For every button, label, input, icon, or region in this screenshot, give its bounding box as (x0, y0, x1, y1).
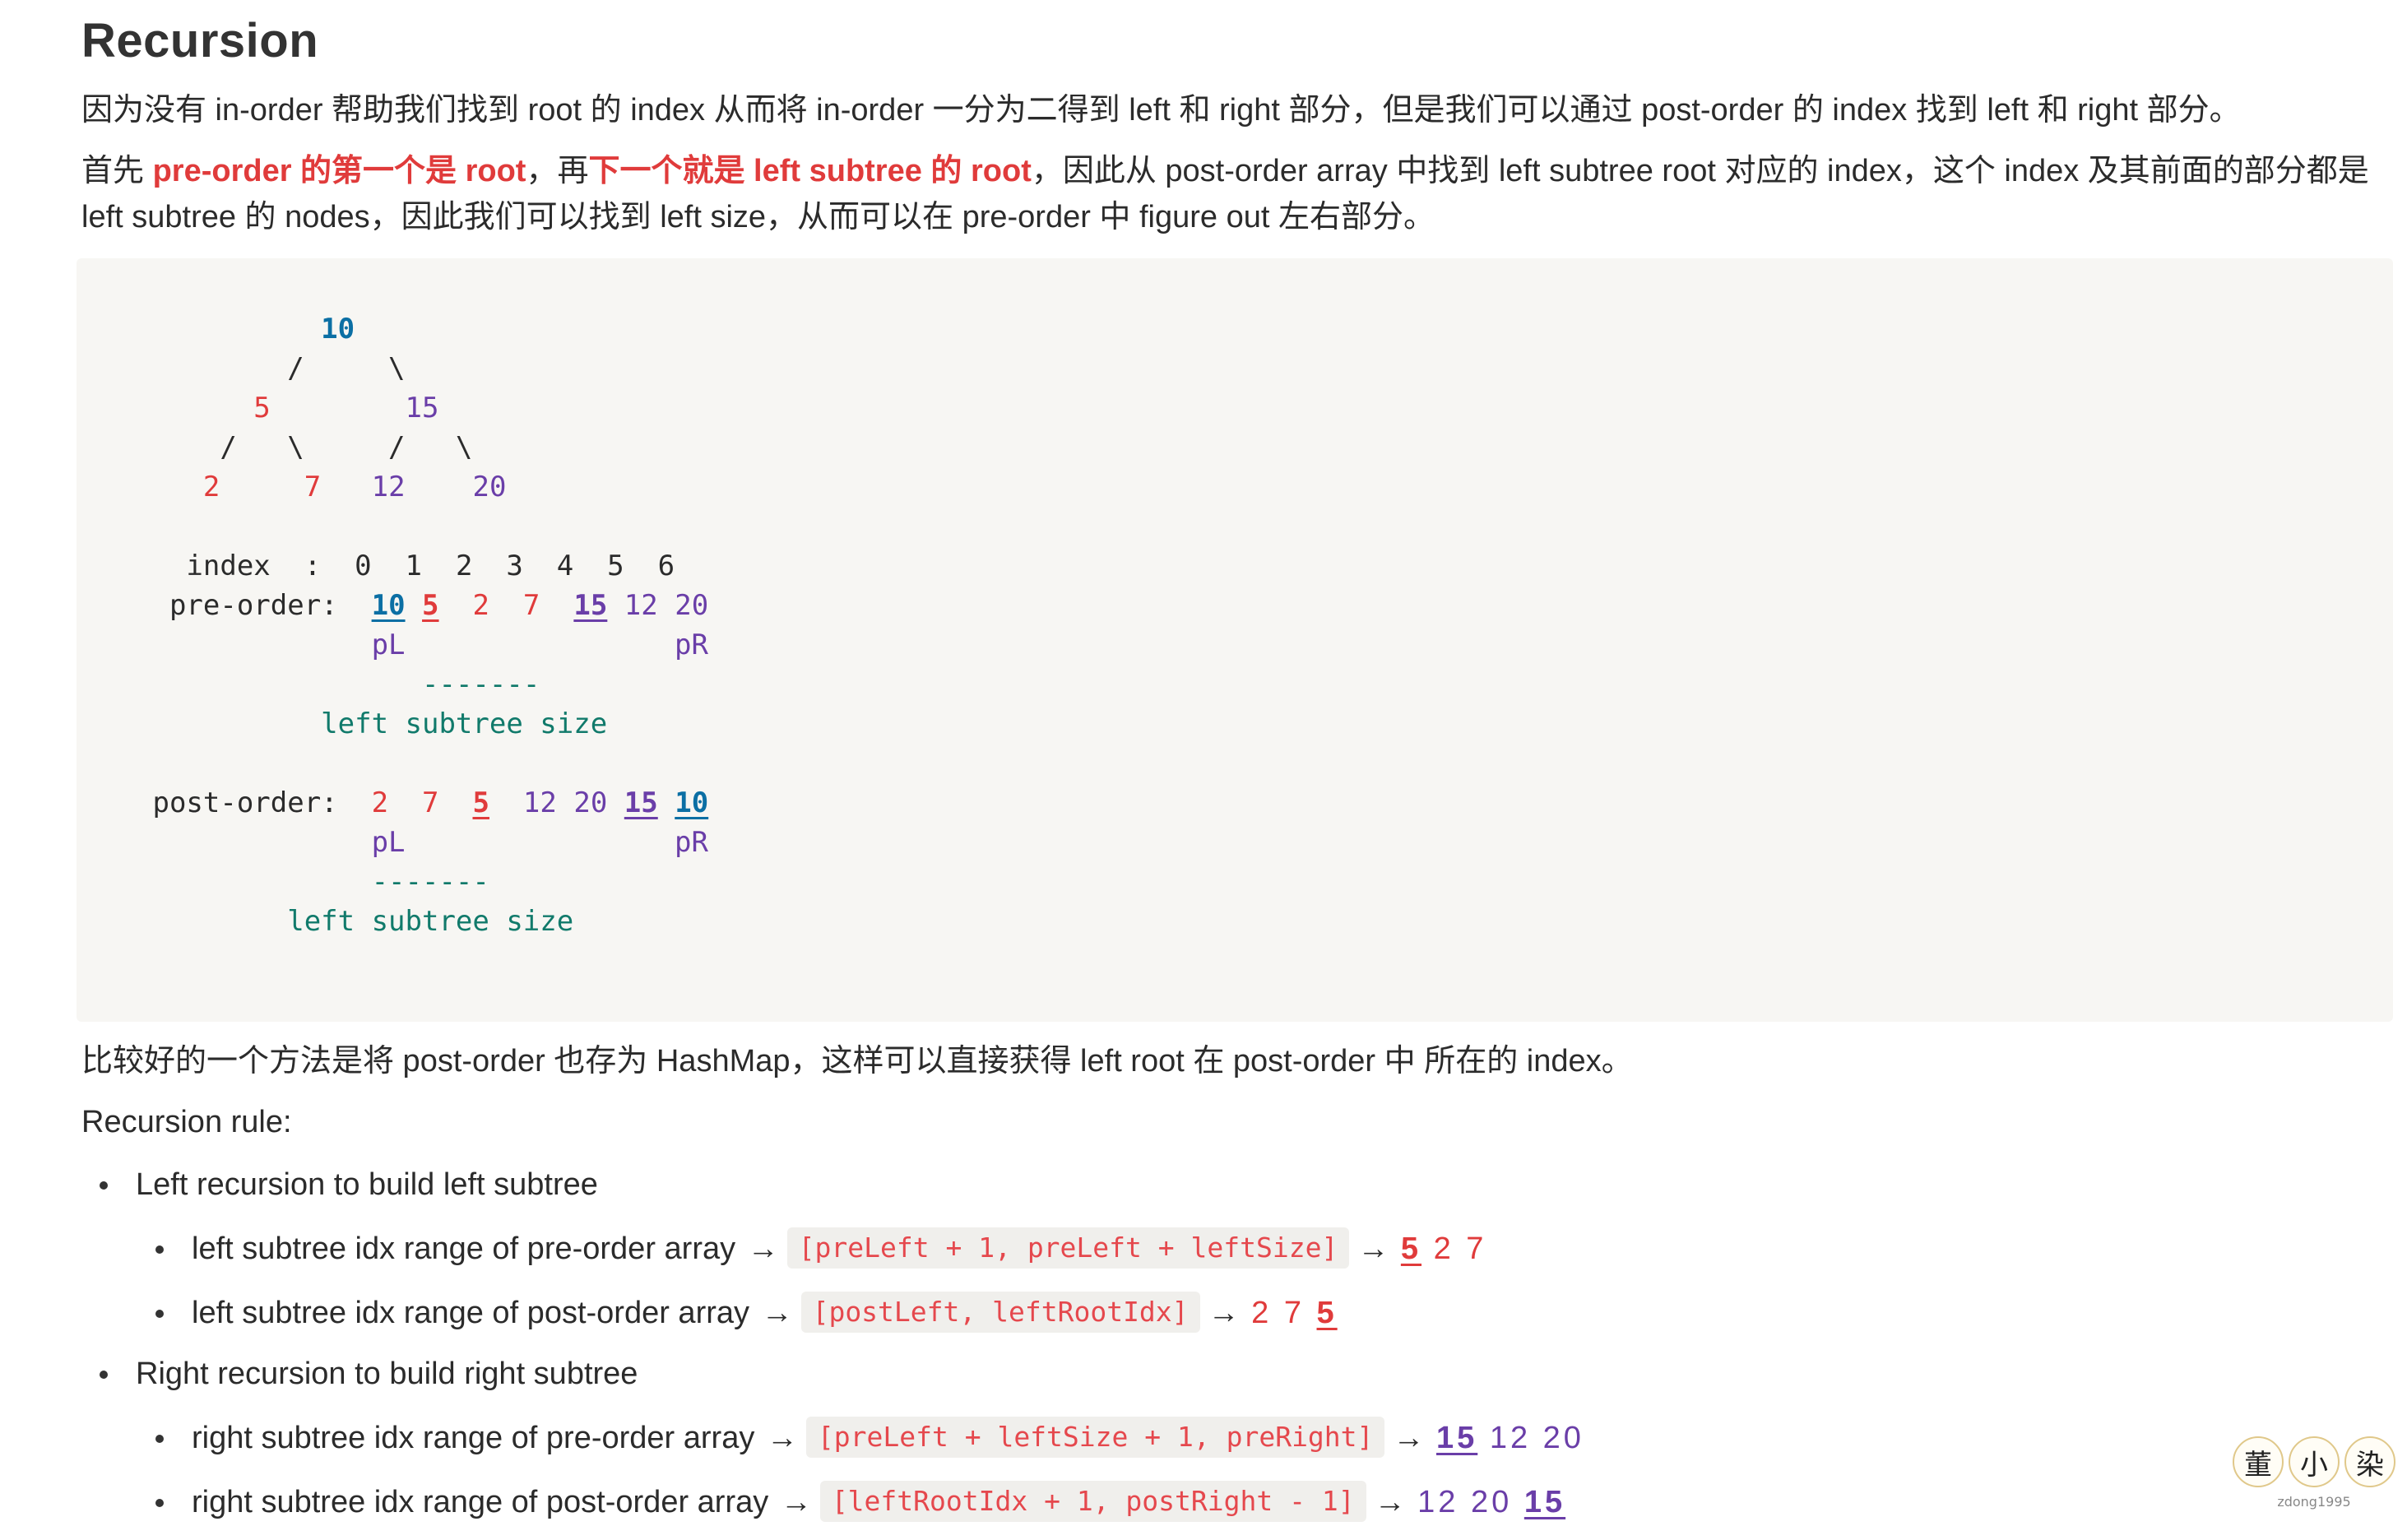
inline-code: [leftRootIdx + 1, postRight - 1] (819, 1481, 1366, 1522)
arrow-icon: → (1374, 1485, 1406, 1519)
preorder-value: 7 (522, 589, 540, 622)
list-item: right subtree idx range of pre-order arr… (136, 1415, 2393, 1461)
preorder-value: 20 (675, 589, 709, 622)
result-value: 5 (1316, 1296, 1338, 1330)
watermark-char: 染 (2344, 1436, 2395, 1487)
paragraph-hashmap: 比较好的一个方法是将 post-order 也存为 HashMap，这样可以直接… (81, 1044, 1633, 1078)
rule-text: right subtree idx range of post-order ar… (192, 1485, 769, 1519)
preorder-value: 15 (573, 589, 608, 622)
postorder-value: 2 (371, 786, 389, 819)
tree-root: 10 (321, 313, 355, 346)
paragraph-intro: 因为没有 in-order 帮助我们找到 root 的 index 从而将 in… (81, 93, 2241, 128)
size-dashes: ------- (422, 668, 540, 701)
inline-code: [preLeft + 1, preLeft + leftSize] (786, 1227, 1350, 1269)
arrow-icon: → (1357, 1232, 1389, 1266)
watermark-char: 董 (2233, 1436, 2284, 1487)
sub-list: left subtree idx range of pre-order arra… (136, 1226, 2393, 1336)
tree-leaf: 7 (304, 471, 322, 503)
text-segment: 首先 (81, 154, 153, 188)
index-values: 0 1 2 3 4 5 6 (355, 550, 675, 582)
code-block-diagram: 10 / \ 5 15 / \ / \ 2 7 12 20 index : 0 … (77, 258, 2393, 1022)
page-title: Recursion (81, 14, 319, 67)
watermark-subtext: zdong1995 (2277, 1494, 2351, 1510)
postorder-value: 5 (472, 786, 489, 819)
recursion-rules-list: Left recursion to build left subtree lef… (81, 1162, 2393, 1525)
list-item: left subtree idx range of post-order arr… (136, 1290, 2393, 1336)
inline-code: [preLeft + leftSize + 1, preRight] (805, 1417, 1385, 1458)
result-value: 5 (1400, 1232, 1422, 1266)
rule-result: 12 20 15 (1417, 1485, 1565, 1519)
list-item-label: Left recursion to build left subtree (136, 1167, 598, 1202)
rule-result: 5 2 7 (1401, 1232, 1487, 1266)
tree-leaf: 12 (371, 471, 406, 503)
preorder-value: 12 (624, 589, 658, 622)
preorder-value: 2 (472, 589, 489, 622)
rule-text: right subtree idx range of pre-order arr… (192, 1421, 755, 1455)
arrow-icon: → (1393, 1421, 1425, 1455)
watermark-seal: 董 小 染 (2228, 1436, 2400, 1487)
result-value: 12 (1489, 1421, 1532, 1455)
tree-leaf: 20 (472, 471, 507, 503)
arrow-icon: → (761, 1296, 793, 1330)
highlight-left-subtree-root: 下一个就是 left subtree 的 root (588, 154, 1032, 188)
result-value: 7 (1466, 1232, 1487, 1266)
arrow-icon: → (1208, 1296, 1240, 1330)
postorder-value: 10 (675, 786, 709, 819)
result-value: 20 (1470, 1485, 1513, 1519)
document: Recursion 因为没有 in-order 帮助我们找到 root 的 in… (77, 0, 2393, 1540)
result-value: 7 (1283, 1296, 1305, 1330)
preorder-value: 5 (422, 589, 439, 622)
result-value: 15 (1435, 1421, 1478, 1455)
result-value: 15 (1524, 1485, 1566, 1519)
result-value: 2 (1251, 1296, 1273, 1330)
postorder-value: 7 (422, 786, 439, 819)
tree-node-left: 5 (253, 392, 271, 424)
paragraph-explanation: 首先 pre-order 的第一个是 root，再下一个就是 left subt… (81, 148, 2393, 240)
text-segment: ，再 (526, 154, 589, 188)
highlight-preorder-root: pre-order 的第一个是 root (152, 154, 526, 188)
pointer-pR: pR (675, 629, 708, 661)
pointer-pL: pL (371, 629, 406, 661)
result-value: 20 (1542, 1421, 1584, 1455)
list-item-right-recursion: Right recursion to build right subtree r… (81, 1351, 2393, 1525)
preorder-value: 10 (371, 589, 406, 622)
tree-leaf: 2 (202, 471, 220, 503)
preorder-label: pre-order: (169, 589, 338, 622)
tree-node-right: 15 (405, 392, 439, 424)
index-label: index : (186, 550, 322, 582)
watermark-logo: 董 小 染 zdong1995 (2228, 1436, 2400, 1519)
postorder-value: 20 (573, 786, 608, 819)
result-value: 12 (1417, 1485, 1459, 1519)
watermark-char: 小 (2289, 1436, 2340, 1487)
rule-result: 2 7 5 (1251, 1296, 1338, 1330)
postorder-label: post-order: (152, 786, 338, 819)
result-value: 2 (1433, 1232, 1454, 1266)
sub-list: right subtree idx range of pre-order arr… (136, 1415, 2393, 1525)
inline-code: [postLeft, leftRootIdx] (800, 1292, 1200, 1333)
list-item-label: Right recursion to build right subtree (136, 1357, 638, 1391)
list-item: right subtree idx range of post-order ar… (136, 1479, 2393, 1525)
rule-text: left subtree idx range of pre-order arra… (192, 1232, 736, 1266)
list-item-left-recursion: Left recursion to build left subtree lef… (81, 1162, 2393, 1336)
pointer-pR: pR (675, 826, 708, 859)
pointer-pL: pL (371, 826, 406, 859)
arrow-icon: → (766, 1421, 798, 1455)
rule-result: 15 12 20 (1436, 1421, 1584, 1455)
arrow-icon: → (747, 1232, 779, 1266)
left-subtree-size-label: left subtree size (287, 905, 574, 938)
rule-text: left subtree idx range of post-order arr… (192, 1296, 750, 1330)
postorder-value: 12 (522, 786, 557, 819)
tree-diagram: 10 / \ 5 15 / \ / \ 2 7 12 20 index : 0 … (152, 313, 709, 938)
list-item: left subtree idx range of pre-order arra… (136, 1226, 2393, 1272)
arrow-icon: → (780, 1485, 812, 1519)
postorder-value: 15 (624, 786, 658, 819)
paragraph-rule-heading: Recursion rule: (81, 1105, 292, 1139)
left-subtree-size-label: left subtree size (321, 707, 608, 740)
size-dashes: ------- (371, 865, 489, 898)
